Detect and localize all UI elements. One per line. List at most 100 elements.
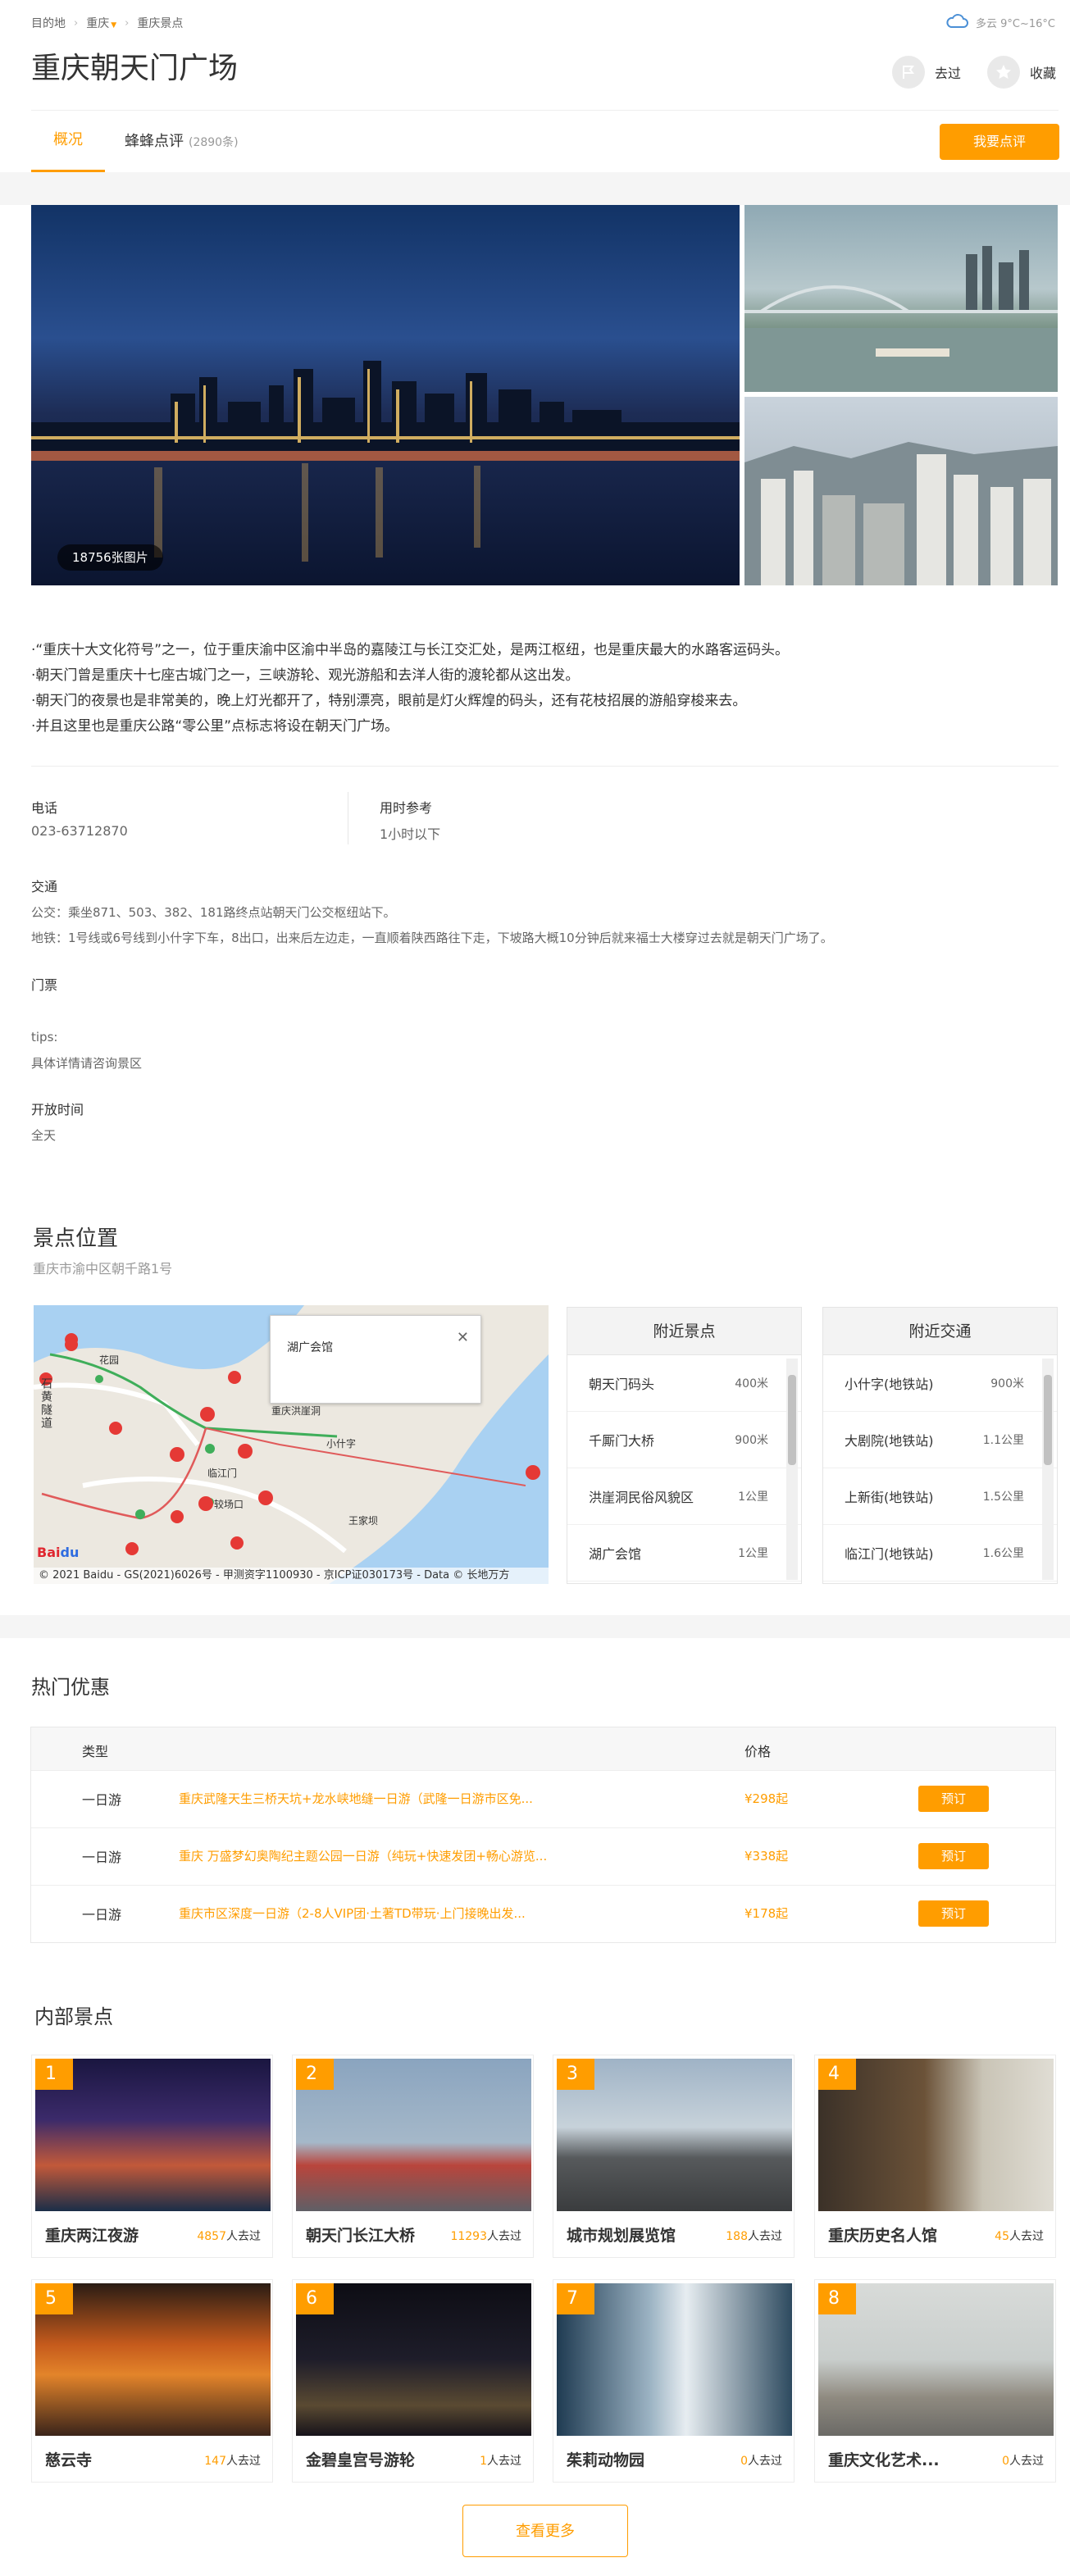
attraction-card[interactable]: 8 重庆文化艺术... 0人去过 [814,2279,1056,2483]
close-icon[interactable]: ✕ [457,1329,469,1346]
description: ·“重庆十大文化符号”之一，位于重庆渝中区渝中半岛的嘉陵江与长江交汇处，是两江枢… [31,638,1015,740]
attraction-card[interactable]: 1 重庆两江夜游 4857人去过 [31,2055,273,2258]
map-copyright: © 2021 Baidu - GS(2021)6026号 - 甲测资字11009… [34,1568,549,1584]
deals-header: 类型 价格 [31,1727,1055,1770]
nearby-transit-title: 附近交通 [823,1308,1057,1355]
attraction-name: 朝天门长江大桥 [306,2227,416,2245]
description-line: ·“重庆十大文化符号”之一，位于重庆渝中区渝中半岛的嘉陵江与长江交汇处，是两江枢… [31,642,790,658]
deal-row: 一日游 重庆武隆天生三桥天坑+龙水峡地缝一日游（武隆一日游市区免... ¥298… [31,1770,1055,1827]
map-popup: 湖广会馆 ✕ [270,1315,481,1404]
visited-count: 1人去过 [480,2455,521,2468]
attraction-card[interactable]: 5 慈云寺 147人去过 [31,2279,273,2483]
deal-row: 一日游 重庆市区深度一日游（2-8人VIP团·土著TD带玩·上门接晚出发... … [31,1885,1055,1942]
attraction-card[interactable]: 6 金碧皇宫号游轮 1人去过 [292,2279,534,2483]
see-more-button[interactable]: 查看更多 [462,2505,628,2557]
book-button[interactable]: 预订 [918,1786,989,1812]
breadcrumb-destination[interactable]: 目的地 [31,15,66,31]
caret-down-icon: ▼ [111,21,117,30]
map[interactable]: 石黄隧道 临江门 较场口 小什字 王家坝 重庆洪崖洞 花园 湖广会馆 ✕ Bai… [34,1305,549,1584]
map-label-hongyadong: 重庆洪崖洞 [271,1405,321,1417]
rank-badge: 3 [557,2059,594,2090]
chevron-right-icon: › [125,16,130,30]
write-review-button[interactable]: 我要点评 [940,124,1059,160]
nearby-spot-item[interactable]: 朝天门码头 400米 [567,1355,801,1412]
rank-badge: 1 [35,2059,73,2090]
deal-link[interactable]: 重庆 万盛梦幻奥陶纪主题公园一日游（纯玩+快速发团+畅心游览... [179,1847,547,1864]
attraction-name: 城市规划展览馆 [567,2227,676,2245]
map-label-jiaochangkou: 较场口 [214,1499,244,1510]
nearby-transit-item[interactable]: 临江门(地铁站) 1.6公里 [823,1525,1057,1582]
deals-title: 热门优惠 [31,1676,110,1699]
section-band [0,1615,1070,1638]
baidu-logo: Baidu [37,1545,80,1560]
tips-label: tips: [31,1030,58,1045]
attraction-card[interactable]: 2 朝天门长江大桥 11293人去过 [292,2055,534,2258]
photo-count-badge[interactable]: 18756张图片 [57,544,163,571]
visited-count: 147人去过 [204,2455,261,2468]
attraction-card[interactable]: 3 城市规划展览馆 188人去过 [553,2055,795,2258]
visited-button[interactable]: 去过 [892,56,961,89]
nearby-transit-item[interactable]: 大剧院(地铁站) 1.1公里 [823,1412,1057,1468]
flag-icon [892,56,925,89]
nearby-transit-panel: 附近交通 小什字(地铁站) 900米 大剧院(地铁站) 1.1公里 上新街(地铁站)… [822,1307,1058,1584]
nearby-transit-item[interactable]: 小什字(地铁站) 900米 [823,1355,1057,1412]
deals-table: 类型 价格 一日游 重庆武隆天生三桥天坑+龙水峡地缝一日游（武隆一日游市区免..… [30,1727,1056,1943]
rank-badge: 2 [296,2059,334,2090]
deal-price: ¥178起 [744,1906,789,1921]
rank-badge: 8 [818,2283,856,2314]
visited-count: 4857人去过 [197,2230,261,2243]
description-line: ·并且这里也是重庆公路“零公里”点标志将设在朝天门广场。 [31,718,399,735]
inner-title: 内部景点 [34,2005,113,2028]
rank-badge: 6 [296,2283,334,2314]
col-price: 价格 [744,1744,772,1759]
metro-info: 地铁：1号线或6号线到小什字下车，8出口，出来后左边走，一直顺着陕西路往下走，下… [31,931,833,945]
nearby-spot-item[interactable]: 洪崖洞民俗风貌区 1公里 [567,1468,801,1525]
map-label-linjiangmen: 临江门 [207,1468,238,1479]
nearby-transit-item[interactable]: 上新街(地铁站) 1.5公里 [823,1468,1057,1525]
deal-link[interactable]: 重庆武隆天生三桥天坑+龙水峡地缝一日游（武隆一日游市区免... [179,1790,533,1807]
map-label-xiaoshizi: 小什字 [326,1438,357,1450]
deal-type: 一日游 [82,1850,122,1865]
deal-link[interactable]: 重庆市区深度一日游（2-8人VIP团·土著TD带玩·上门接晚出发... [179,1905,526,1922]
col-type: 类型 [82,1744,109,1759]
description-line: ·朝天门的夜景也是非常美的，晚上灯光都开了，特别漂亮，眼前是灯火辉煌的码头，还有… [31,693,747,709]
side-photo-bridge[interactable] [744,205,1058,392]
rank-badge: 4 [818,2059,856,2090]
nearby-spot-item[interactable]: 千厮门大桥 900米 [567,1412,801,1468]
bus-info: 公交：乘坐871、503、382、181路终点站朝天门公交枢纽站下。 [31,905,396,920]
breadcrumb-attractions[interactable]: 重庆景点 [137,15,183,31]
rank-badge: 7 [557,2283,594,2314]
breadcrumb-city[interactable]: 重庆 ▼ [86,15,116,31]
nearby-spot-item[interactable]: 湖广会馆 1公里 [567,1525,801,1582]
map-popup-title: 湖广会馆 [287,1341,333,1354]
attraction-card[interactable]: 7 茱莉动物园 0人去过 [553,2279,795,2483]
book-button[interactable]: 预订 [918,1900,989,1927]
favorite-button[interactable]: 收藏 [987,56,1056,89]
description-line: ·朝天门曾是重庆十七座古城门之一，三峡游轮、观光游船和去洋人街的渡轮都从这出发。 [31,667,580,684]
time-value: 1小时以下 [380,826,441,842]
attraction-card[interactable]: 4 重庆历史名人馆 45人去过 [814,2055,1056,2258]
tab-overview[interactable]: 概况 [31,125,105,172]
weather-text: 多云 9°C~16°C [976,17,1055,30]
map-label-garden: 花园 [99,1354,120,1366]
main-photo[interactable] [31,205,740,585]
map-label-tunnel: 石黄隧道 [39,1377,52,1430]
scrollbar[interactable] [1042,1359,1054,1580]
visited-count: 188人去过 [726,2230,782,2243]
scrollbar[interactable] [786,1359,798,1580]
ticket-label: 门票 [31,977,58,993]
section-band [0,172,1070,205]
rank-badge: 5 [35,2283,73,2314]
deal-row: 一日游 重庆 万盛梦幻奥陶纪主题公园一日游（纯玩+快速发团+畅心游览... ¥3… [31,1827,1055,1885]
visited-count: 11293人去过 [450,2230,521,2243]
deal-price: ¥298起 [744,1791,789,1806]
deal-type: 一日游 [82,1792,122,1808]
visited-count: 45人去过 [995,2230,1044,2243]
side-photo-city[interactable] [744,397,1058,585]
nearby-spots-title: 附近景点 [567,1308,801,1355]
tab-reviews[interactable]: 蜂蜂点评 (2890条) [125,128,239,157]
book-button[interactable]: 预订 [918,1843,989,1869]
attraction-name: 慈云寺 [45,2451,93,2469]
time-label: 用时参考 [380,800,433,816]
hours-label: 开放时间 [31,1102,84,1117]
